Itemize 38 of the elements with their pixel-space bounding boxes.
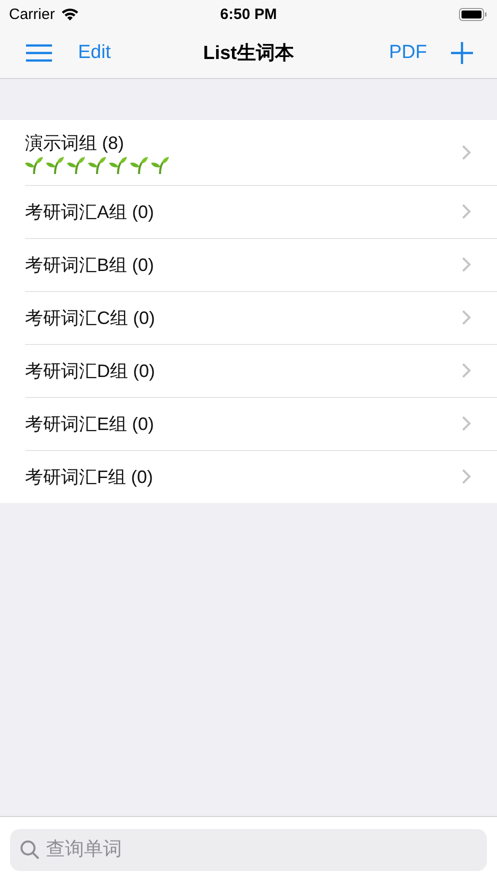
pdf-button[interactable]: PDF (389, 42, 427, 64)
chevron-icon (462, 363, 471, 378)
wifi-icon (60, 8, 79, 20)
sprout-icon (109, 156, 127, 174)
add-button[interactable] (451, 42, 473, 64)
group-row[interactable]: 考研词汇F组 (0) (0, 450, 497, 503)
group-row[interactable]: 考研词汇D组 (0) (0, 344, 497, 397)
carrier-label: Carrier (9, 6, 55, 22)
nav-title: List生词本 (203, 42, 294, 66)
chevron-icon (462, 416, 471, 431)
group-title: 演示词组 (8) (25, 132, 125, 154)
sprout-icon (67, 156, 85, 174)
group-row[interactable]: 考研词汇C组 (0) (0, 291, 497, 344)
group-title: 考研词汇E组 (0) (25, 412, 154, 436)
group-row[interactable]: 考研词汇A组 (0) (0, 185, 497, 238)
chevron-icon (462, 257, 471, 272)
group-title: 考研词汇D组 (0) (25, 360, 155, 382)
group-row[interactable]: 考研词汇E组 (0) (0, 397, 497, 450)
group-row[interactable]: 考研词汇B组 (0) (0, 238, 497, 291)
sprout-icon (25, 156, 43, 174)
group-title: 考研词汇F组 (0) (25, 466, 153, 488)
battery-icon (459, 8, 487, 20)
clock-time: 6:50 PM (220, 6, 277, 22)
chevron-icon (462, 145, 471, 160)
chevron-icon (462, 469, 471, 484)
sprout-icon (88, 156, 106, 174)
group-title: 考研词汇A组 (0) (25, 200, 154, 224)
search-field[interactable]: 查询单词 (10, 829, 487, 871)
sprout-icon (130, 156, 148, 174)
edit-button[interactable]: Edit (78, 42, 111, 64)
group-title: 考研词汇C组 (0) (25, 306, 155, 330)
sprout-icon (151, 156, 169, 174)
group-title: 考研词汇B组 (0) (25, 254, 154, 276)
chevron-icon (462, 310, 471, 325)
group-row[interactable]: 演示词组 (8) (0, 120, 497, 185)
chevron-icon (462, 204, 471, 219)
sprout-icon (46, 156, 64, 174)
menu-button[interactable] (26, 44, 52, 62)
